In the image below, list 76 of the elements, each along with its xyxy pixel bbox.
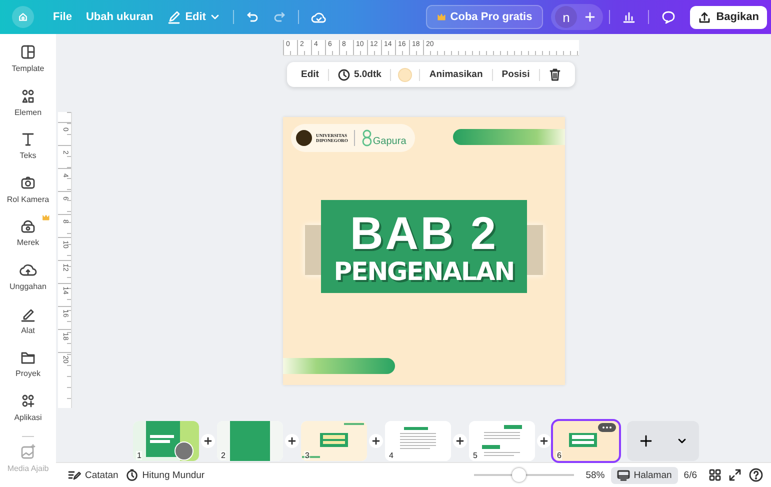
comment-icon <box>661 10 676 24</box>
edit-button[interactable]: Edit <box>295 66 325 83</box>
cloud-check-icon <box>310 10 327 24</box>
plus-icon <box>540 437 548 445</box>
zoom-percentage: 58% <box>586 470 605 480</box>
crown-icon <box>437 13 446 21</box>
add-page-between-button[interactable] <box>201 434 215 448</box>
add-page-between-button[interactable] <box>453 434 467 448</box>
timer-button[interactable]: Hitung Mundur <box>122 467 209 483</box>
sidebar-item[interactable]: Aplikasi <box>0 392 56 436</box>
animate-button[interactable]: Animasikan <box>423 66 489 83</box>
template-icon <box>19 43 37 61</box>
brand-loop-icon <box>360 129 373 147</box>
redo-icon <box>272 10 286 24</box>
sidebar-item[interactable]: Merek <box>0 217 56 261</box>
ellipsis-icon <box>602 426 612 429</box>
plus-icon <box>585 12 596 22</box>
sidebar-item[interactable]: Template <box>0 43 56 87</box>
plus-icon <box>204 437 212 445</box>
brand-name: Gapura <box>372 136 406 147</box>
page-number: 3 <box>304 451 310 460</box>
more-options-button[interactable] <box>598 423 616 432</box>
pencil-icon <box>167 10 182 24</box>
page-number: 4 <box>388 451 394 460</box>
notes-pen-icon <box>68 469 81 481</box>
share-button[interactable]: Bagikan <box>690 6 767 28</box>
plus-icon <box>456 437 464 445</box>
duration-button[interactable]: 5.0dtk <box>332 66 388 84</box>
undo-icon <box>246 10 260 24</box>
plus-icon <box>372 437 380 445</box>
timer-icon <box>126 469 138 481</box>
slide-thumbnail-drawing <box>553 421 619 461</box>
expand-icon <box>729 469 741 481</box>
zoom-slider-thumb[interactable] <box>512 468 526 482</box>
plus-icon <box>288 437 296 445</box>
page-thumbnail[interactable]: 3 <box>301 421 367 461</box>
pages-button[interactable]: Halaman <box>610 466 678 484</box>
grid-icon <box>709 469 721 481</box>
home-icon <box>18 11 28 23</box>
upload-icon <box>698 10 712 24</box>
page-count: 6/6 <box>684 470 697 480</box>
sidebar-item[interactable]: Teks <box>0 130 56 174</box>
sidebar-item[interactable]: Proyek <box>0 348 56 392</box>
try-pro-button[interactable]: Coba Pro gratis <box>426 5 544 29</box>
help-icon <box>749 468 763 482</box>
page-number: 1 <box>136 451 142 460</box>
position-button[interactable]: Posisi <box>496 66 536 83</box>
page-thumbnail[interactable]: 6 <box>553 421 619 461</box>
page-thumbnail[interactable]: 1 <box>133 421 199 461</box>
page-number: 2 <box>220 451 226 460</box>
crest-icon <box>296 130 312 146</box>
chevron-down-icon <box>676 436 686 446</box>
title-text: BAB 2 <box>350 210 498 256</box>
add-page-button[interactable] <box>638 433 654 449</box>
background-color-swatch[interactable] <box>398 68 412 82</box>
trash-icon <box>548 68 561 81</box>
add-page-between-button[interactable] <box>369 434 383 448</box>
subtitle-text: PENGENALAN <box>334 258 514 284</box>
monitor-icon <box>616 470 630 480</box>
chevron-down-icon <box>210 12 220 22</box>
user-avatar[interactable]: n <box>555 6 578 28</box>
sidebar-item[interactable]: Rol Kamera <box>0 174 56 218</box>
page-number: 6 <box>556 451 562 460</box>
page-thumbnail[interactable]: 2 <box>217 421 283 461</box>
plus-icon <box>640 435 652 447</box>
page-number: 5 <box>472 451 478 460</box>
sidebar-item[interactable]: Alat <box>0 304 56 348</box>
notes-button[interactable]: Catatan <box>64 467 122 483</box>
clock-icon <box>338 68 350 80</box>
slide-thumbnail-drawing <box>301 421 367 461</box>
bar-chart-icon <box>622 10 636 24</box>
add-page-between-button[interactable] <box>537 434 551 448</box>
sidebar-item[interactable]: Elemen <box>0 86 56 130</box>
magic-image-icon <box>19 443 37 462</box>
add-page-between-button[interactable] <box>285 434 299 448</box>
sidebar-item[interactable]: Unggahan <box>0 260 56 305</box>
